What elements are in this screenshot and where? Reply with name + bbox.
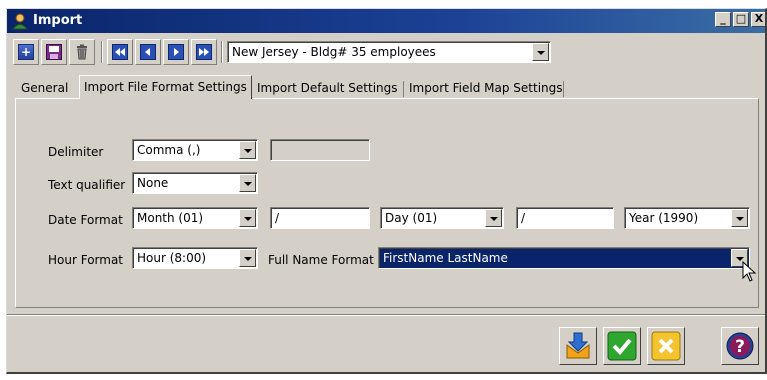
delimiter-value: Comma (,) — [137, 143, 201, 157]
toolbar-separator — [221, 41, 223, 63]
save-record-button[interactable] — [41, 39, 67, 65]
next-record-icon — [168, 44, 184, 60]
import-button[interactable] — [559, 327, 597, 365]
delimiter-select[interactable]: Comma (,) — [132, 139, 258, 161]
svg-text:?: ? — [735, 337, 745, 357]
help-icon: ? — [726, 332, 754, 360]
tab-import-field-map-settings[interactable]: Import Field Map Settings — [405, 79, 567, 99]
toolbar-separator — [101, 41, 103, 63]
full-name-format-value: FirstName LastName — [383, 251, 508, 265]
settings-tabs: General Import File Format Settings Impo… — [17, 75, 757, 99]
tab-import-file-format-settings[interactable]: Import File Format Settings — [79, 75, 252, 99]
next-record-button[interactable] — [163, 39, 189, 65]
text-qualifier-label: Text qualifier — [48, 178, 126, 192]
record-toolbar: + New Jersey - Bldg# 35 employees — [7, 39, 765, 71]
hour-format-value: Hour (8:00) — [137, 251, 207, 265]
date-format-first-value: Month (01) — [137, 211, 204, 225]
tab-divider — [403, 81, 404, 97]
help-button[interactable]: ? — [721, 327, 759, 365]
title-bar[interactable]: Import _ □ X — [7, 9, 765, 33]
last-record-icon — [196, 44, 212, 60]
dataset-select[interactable]: New Jersey - Bldg# 35 employees — [227, 41, 551, 63]
date-format-second-value: Day (01) — [385, 211, 438, 225]
date-format-second-select[interactable]: Day (01) — [380, 207, 504, 229]
tab-general[interactable]: General — [17, 79, 72, 99]
window-title: Import — [33, 13, 83, 28]
ok-check-icon — [607, 331, 637, 361]
maximize-button[interactable]: □ — [733, 12, 749, 27]
delimiter-label: Delimiter — [48, 145, 104, 159]
hour-format-label: Hour Format — [48, 253, 124, 267]
hour-format-select[interactable]: Hour (8:00) — [132, 247, 258, 269]
first-record-button[interactable] — [107, 39, 133, 65]
date-format-third-select[interactable]: Year (1990) — [624, 207, 750, 229]
date-format-third-value: Year (1990) — [629, 211, 699, 225]
date-separator-1-value: / — [275, 211, 280, 225]
date-separator-2-field[interactable]: / — [516, 207, 614, 229]
last-record-button[interactable] — [191, 39, 217, 65]
minimize-button[interactable]: _ — [715, 12, 731, 27]
date-separator-2-value: / — [521, 211, 526, 225]
chevron-down-icon[interactable] — [239, 174, 256, 192]
dataset-select-value: New Jersey - Bldg# 35 employees — [232, 45, 436, 59]
delete-icon — [77, 44, 87, 60]
date-format-label: Date Format — [48, 213, 123, 227]
cancel-icon — [651, 331, 681, 361]
app-icon — [11, 12, 29, 30]
other-delimiter-field — [270, 139, 370, 161]
first-record-icon — [112, 44, 128, 60]
add-record-button[interactable]: + — [13, 39, 39, 65]
file-format-panel: Delimiter Comma (,) Text qualifier None … — [15, 98, 759, 308]
text-qualifier-value: None — [137, 176, 169, 190]
text-qualifier-select[interactable]: None — [132, 172, 258, 194]
save-icon — [46, 44, 62, 60]
delete-record-button[interactable] — [69, 39, 95, 65]
date-format-first-select[interactable]: Month (01) — [132, 207, 258, 229]
chevron-down-icon[interactable] — [731, 209, 748, 227]
mouse-cursor-icon — [742, 261, 757, 282]
tab-divider — [563, 81, 564, 97]
chevron-down-icon[interactable] — [239, 141, 256, 159]
import-window: Import _ □ X + New Jersey - Bldg# 35 emp… — [6, 8, 767, 374]
chevron-down-icon[interactable] — [239, 249, 256, 267]
close-button[interactable]: X — [751, 12, 765, 27]
full-name-format-select[interactable]: FirstName LastName — [378, 247, 750, 269]
cancel-button[interactable] — [647, 327, 685, 365]
chevron-down-icon[interactable] — [485, 209, 502, 227]
previous-record-button[interactable] — [135, 39, 161, 65]
chevron-down-icon[interactable] — [239, 209, 256, 227]
date-separator-1-field[interactable]: / — [270, 207, 370, 229]
previous-record-icon — [140, 44, 156, 60]
ok-button[interactable] — [603, 327, 641, 365]
add-icon: + — [18, 44, 34, 60]
full-name-format-label: Full Name Format — [268, 253, 374, 267]
import-icon — [566, 332, 590, 359]
footer-divider — [7, 314, 765, 316]
chevron-down-icon[interactable] — [532, 43, 549, 61]
tab-import-default-settings[interactable]: Import Default Settings — [253, 79, 402, 99]
